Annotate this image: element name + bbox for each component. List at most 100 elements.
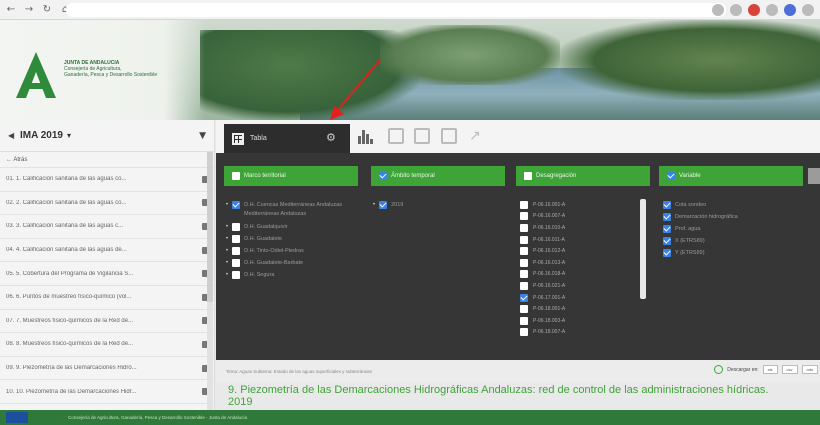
sidebar-item[interactable]: 07. 7. Muestreos físico-químicos de la R… bbox=[0, 310, 214, 334]
checkbox[interactable] bbox=[520, 223, 528, 232]
expand-icon[interactable]: • bbox=[226, 272, 228, 278]
document-icon[interactable] bbox=[414, 128, 430, 144]
checkbox[interactable] bbox=[520, 235, 528, 244]
expand-icon[interactable]: • bbox=[226, 248, 228, 254]
breakdown-item[interactable]: P-06.16.021-A bbox=[516, 280, 654, 292]
extension-icon[interactable] bbox=[712, 4, 724, 16]
collapse-icon[interactable]: ◀ bbox=[8, 131, 20, 140]
checkbox[interactable] bbox=[379, 201, 388, 209]
checkbox[interactable] bbox=[232, 172, 240, 180]
expand-icon[interactable]: • bbox=[226, 202, 228, 208]
back-link[interactable]: ← Atrás bbox=[0, 152, 214, 168]
column-header-time[interactable]: Ámbito temporal bbox=[371, 166, 505, 186]
expand-icon[interactable]: • bbox=[373, 202, 375, 208]
variable-item[interactable]: Cota sondeo bbox=[663, 201, 706, 209]
checkbox[interactable] bbox=[520, 258, 528, 267]
checkbox[interactable] bbox=[520, 305, 528, 314]
variable-item[interactable]: X (ETRS89) bbox=[663, 237, 705, 245]
sidebar-item[interactable]: 01. 1. Calificación sanitaria de las agu… bbox=[0, 168, 214, 192]
column-header-territory[interactable]: Marco territorial bbox=[224, 166, 358, 186]
checkbox[interactable] bbox=[232, 201, 241, 209]
sidebar-title[interactable]: IMA 2019 bbox=[20, 130, 63, 141]
reload-icon[interactable]: ↻ bbox=[40, 3, 54, 17]
sidebar-item[interactable]: 08. 8. Muestreos físico-químicos de la R… bbox=[0, 333, 214, 357]
checkbox[interactable] bbox=[520, 212, 528, 221]
forward-icon[interactable]: → bbox=[22, 3, 36, 17]
breakdown-item[interactable]: P-06.16.001-A bbox=[516, 199, 654, 211]
sidebar-item[interactable]: 09. 9. Piezometría de las Demarcaciones … bbox=[0, 357, 214, 381]
expand-icon[interactable]: • bbox=[226, 236, 228, 242]
expand-icon[interactable]: • bbox=[226, 224, 228, 230]
bar-chart-icon[interactable] bbox=[357, 128, 373, 144]
back-icon[interactable]: ← bbox=[4, 3, 18, 17]
sidebar-item[interactable]: 10. 10. Piezometría de las Demarcaciones… bbox=[0, 380, 214, 404]
breakdown-item[interactable]: P-06.18.007-A bbox=[516, 327, 654, 339]
breakdown-item[interactable]: P-06.16.010-A bbox=[516, 222, 654, 234]
breakdown-item[interactable]: P-06.16.012-A bbox=[516, 245, 654, 257]
external-link-icon[interactable]: ↗ bbox=[469, 128, 485, 144]
record-icon[interactable] bbox=[748, 4, 760, 16]
tree-node[interactable]: • D.H. Guadalete-Barbate bbox=[226, 259, 303, 267]
menu-icon[interactable] bbox=[802, 4, 814, 16]
checkbox[interactable] bbox=[520, 247, 528, 256]
junta-andalucia-logo[interactable] bbox=[14, 50, 58, 100]
breakdown-scrollbar[interactable] bbox=[640, 199, 646, 299]
variable-item[interactable]: Demarcación hidrográfica bbox=[663, 213, 738, 221]
tree-node[interactable]: • D.H. Segura bbox=[226, 271, 274, 279]
checkbox[interactable] bbox=[667, 172, 675, 180]
checkbox[interactable] bbox=[520, 293, 528, 302]
checkbox[interactable] bbox=[520, 200, 528, 209]
checkbox[interactable] bbox=[520, 328, 528, 337]
checkbox[interactable] bbox=[663, 213, 671, 221]
sidebar-item[interactable]: 03. 3. Calificación sanitaria de las agu… bbox=[0, 215, 214, 239]
variable-item[interactable]: Y (ETRS89) bbox=[663, 249, 705, 257]
checkbox[interactable] bbox=[663, 249, 671, 257]
sidebar-item[interactable]: 04. 4. Calificación sanitaria de las agu… bbox=[0, 239, 214, 263]
column-header-variable[interactable]: Variable bbox=[659, 166, 803, 186]
tree-node[interactable]: • D.H. Cuencas Mediterráneas Andaluzas bbox=[226, 201, 342, 209]
scrollbar-thumb[interactable] bbox=[207, 152, 213, 302]
column-header-breakdown[interactable]: Desagregación bbox=[516, 166, 650, 186]
sidebar-item[interactable]: 02. 2. Calificación sanitaria de las agu… bbox=[0, 192, 214, 216]
checkbox[interactable] bbox=[524, 172, 532, 180]
tab-table[interactable]: Tabla ⚙ bbox=[224, 124, 350, 153]
checkbox[interactable] bbox=[520, 281, 528, 290]
breakdown-item[interactable]: P-06.16.007-A bbox=[516, 211, 654, 223]
breakdown-item[interactable]: P-06.17.001-A bbox=[516, 292, 654, 304]
breakdown-item[interactable]: P-06.18.003-A bbox=[516, 315, 654, 327]
breakdown-item[interactable]: P-06.16.018-A bbox=[516, 269, 654, 281]
gear-icon[interactable]: ⚙ bbox=[326, 131, 336, 144]
breakdown-list[interactable]: P-06.16.001-A P-06.16.007-A P-06.16.010-A P… bbox=[516, 199, 654, 347]
tree-node[interactable]: • 2019 bbox=[373, 201, 403, 209]
checkbox[interactable] bbox=[232, 271, 241, 279]
checkbox[interactable] bbox=[663, 225, 671, 233]
checkbox[interactable] bbox=[232, 247, 241, 255]
checkbox[interactable] bbox=[379, 172, 387, 180]
breakdown-item[interactable]: P-06.16.011-A bbox=[516, 234, 654, 246]
sidebar-item[interactable]: 05. 5. Cobertura del Programa de Vigilan… bbox=[0, 262, 214, 286]
tree-node[interactable]: • D.H. Guadalquivir bbox=[226, 223, 288, 231]
filter-icon[interactable]: ▼ bbox=[199, 131, 206, 141]
download-xls-button[interactable]: xls bbox=[762, 365, 778, 374]
checkbox[interactable] bbox=[520, 316, 528, 325]
tree-node[interactable]: • D.H. Guadalete bbox=[226, 235, 282, 243]
checkbox[interactable] bbox=[663, 237, 671, 245]
checkbox[interactable] bbox=[663, 201, 671, 209]
print-icon[interactable] bbox=[441, 128, 457, 144]
checkbox[interactable] bbox=[232, 259, 241, 267]
breakdown-item[interactable]: P-06.16.013-A bbox=[516, 257, 654, 269]
sidebar-scrollbar[interactable] bbox=[207, 152, 213, 410]
map-icon[interactable] bbox=[388, 128, 404, 144]
extension-icon[interactable] bbox=[766, 4, 778, 16]
checkbox[interactable] bbox=[232, 235, 241, 243]
download-csv-button[interactable]: csv bbox=[781, 365, 798, 374]
breakdown-item[interactable]: P-06.18.001-A bbox=[516, 303, 654, 315]
chevron-down-icon[interactable]: ▾ bbox=[67, 131, 71, 140]
variable-item[interactable]: Prof. agua bbox=[663, 225, 700, 233]
sidebar-item[interactable]: 06. 6. Puntos de muestreo físico-químico… bbox=[0, 286, 214, 310]
checkbox[interactable] bbox=[520, 270, 528, 279]
checkbox[interactable] bbox=[232, 223, 241, 231]
address-bar[interactable] bbox=[66, 3, 726, 17]
tree-node[interactable]: • D.H. Tinto-Odiel-Piedras bbox=[226, 247, 304, 255]
download-ods-button[interactable]: ods bbox=[801, 365, 818, 374]
